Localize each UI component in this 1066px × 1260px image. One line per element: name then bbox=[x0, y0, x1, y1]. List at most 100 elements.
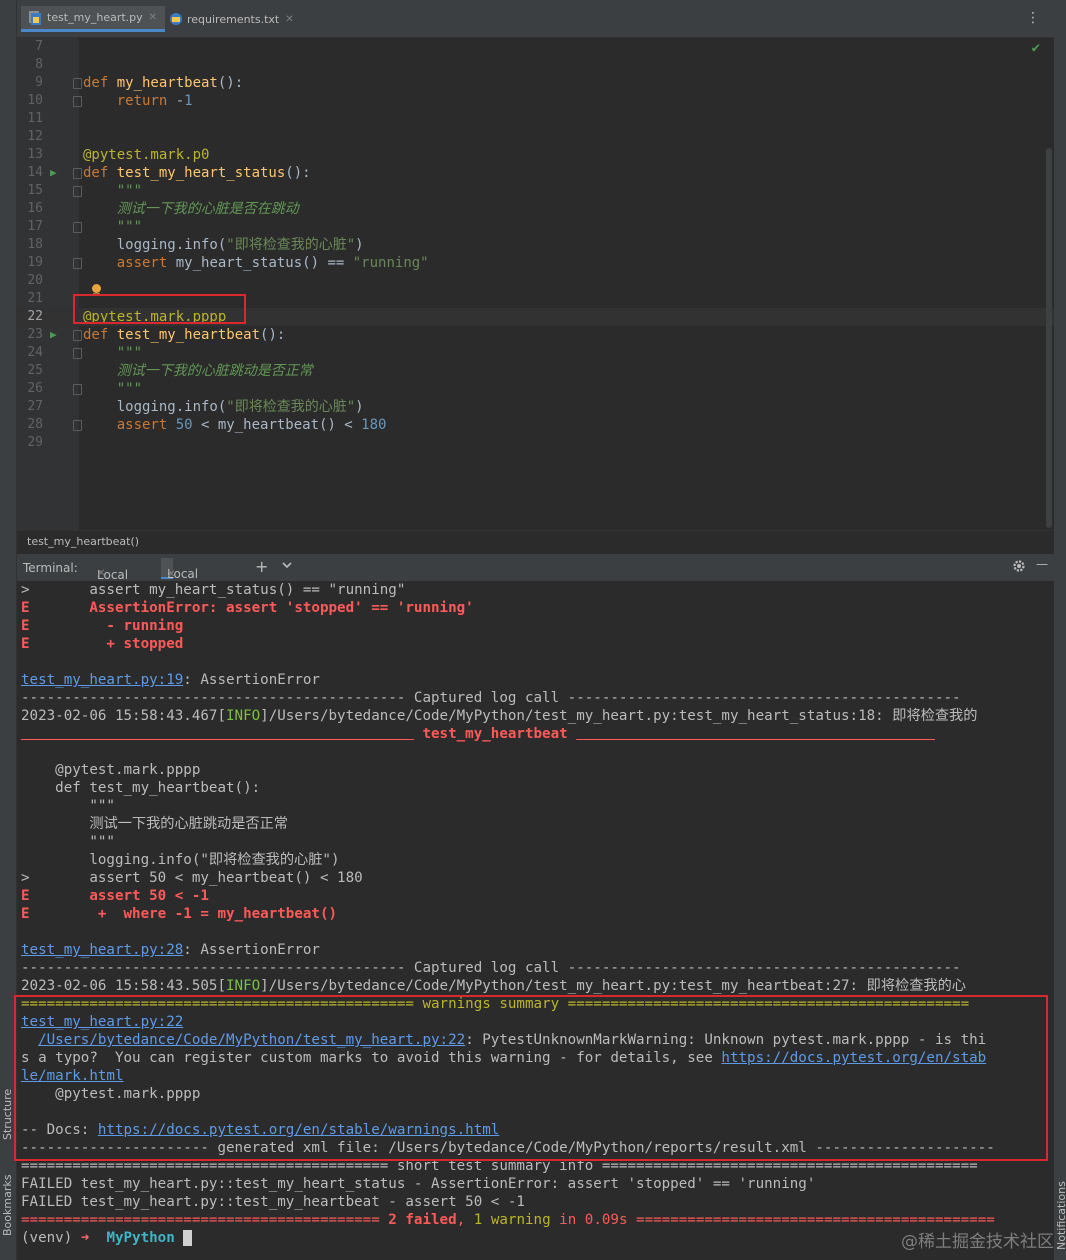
tab-test-my-heart-py[interactable]: test_my_heart.py ✕ bbox=[21, 6, 166, 32]
line-number: 22 bbox=[27, 309, 43, 324]
terminal-output[interactable]: > assert my_heart_status() == "running" E… bbox=[14, 581, 1054, 1260]
inspection-ok-icon[interactable]: ✔ bbox=[1032, 40, 1040, 56]
terminal-line: E - running bbox=[21, 618, 184, 634]
code-text: assert 50 < my_heartbeat() < 180 bbox=[116, 417, 387, 433]
code-line[interactable]: 10 return -1 bbox=[17, 92, 1054, 110]
code-line[interactable]: 9 def my_heartbeat(): bbox=[17, 74, 1054, 92]
fold-icon[interactable] bbox=[73, 168, 82, 179]
fold-icon[interactable] bbox=[73, 96, 82, 107]
terminal-line: @pytest.mark.pppp bbox=[21, 762, 201, 778]
bookmarks-tool-button[interactable]: Bookmarks bbox=[1, 1175, 14, 1236]
close-icon[interactable]: ✕ bbox=[97, 568, 105, 579]
line-number: 29 bbox=[27, 435, 43, 450]
fold-icon[interactable] bbox=[73, 420, 82, 431]
fold-icon[interactable] bbox=[73, 78, 82, 89]
lightbulb-icon[interactable] bbox=[92, 284, 101, 293]
code-line[interactable]: 26 """ bbox=[17, 380, 1054, 398]
code-line[interactable]: 27 logging.info("即将检查我的心脏") bbox=[17, 398, 1054, 416]
terminal-line: test_my_heartbeat bbox=[422, 726, 568, 742]
close-icon[interactable]: ✕ bbox=[285, 14, 293, 25]
highlight-box-warnings bbox=[14, 995, 1048, 1161]
tab-label: requirements.txt bbox=[187, 12, 280, 26]
terminal-line: > assert my_heart_status() == "running" bbox=[21, 582, 406, 598]
gear-icon[interactable] bbox=[1012, 559, 1026, 576]
run-test-icon[interactable]: ▶ bbox=[50, 164, 57, 182]
terminal-line: test_my_heart.py:28: AssertionError bbox=[21, 942, 320, 958]
terminal-line: """ bbox=[21, 834, 115, 850]
editor-tab-bar: test_my_heart.py ✕ requirements.txt ✕ ⋮ bbox=[17, 0, 1054, 38]
terminal-line: > assert 50 < my_heartbeat() < 180 bbox=[21, 870, 363, 886]
terminal-line: logging.info("即将检查我的心脏") bbox=[21, 852, 340, 868]
code-line[interactable]: 29 bbox=[17, 434, 1054, 452]
notifications-tool-button[interactable]: Notifications bbox=[1055, 1181, 1066, 1250]
code-line[interactable]: 8 bbox=[17, 56, 1054, 74]
watermark: @稀土掘金技术社区 bbox=[901, 1232, 1054, 1252]
code-line[interactable]: 16 测试一下我的心脏是否在跳动 bbox=[17, 200, 1054, 218]
terminal-line: 2023-02-06 15:58:43.505[INFO]/Users/byte… bbox=[21, 978, 966, 994]
line-number: 14 bbox=[27, 165, 43, 180]
line-number: 15 bbox=[27, 183, 43, 198]
fold-icon[interactable] bbox=[73, 330, 82, 341]
right-tool-strip: Notifications bbox=[1054, 0, 1066, 1260]
code-text: logging.info("即将检查我的心脏") bbox=[83, 399, 364, 415]
code-line[interactable]: 14 ▶ def test_my_heart_status(): bbox=[17, 164, 1054, 182]
editor-scrollbar[interactable] bbox=[1046, 148, 1052, 528]
tab-terminal-local-3[interactable]: Local (3) ✕ bbox=[161, 558, 198, 600]
line-number: 16 bbox=[27, 201, 43, 216]
minimize-icon[interactable]: — bbox=[1036, 557, 1048, 571]
fold-icon[interactable] bbox=[73, 186, 82, 197]
line-number: 8 bbox=[35, 57, 43, 72]
line-number: 9 bbox=[35, 75, 43, 90]
terminal-line: ----------------------------------------… bbox=[21, 690, 961, 706]
code-line[interactable]: 15 """ bbox=[17, 182, 1054, 200]
code-text: def test_my_heartbeat(): bbox=[83, 327, 286, 343]
line-number: 10 bbox=[27, 93, 43, 108]
highlight-box-decorator bbox=[73, 294, 246, 324]
terminal-line: E AssertionError: assert 'stopped' == 'r… bbox=[21, 600, 474, 616]
run-test-icon[interactable]: ▶ bbox=[50, 326, 57, 344]
code-line[interactable]: 18 logging.info("即将检查我的心脏") bbox=[17, 236, 1054, 254]
tab-requirements-txt[interactable]: requirements.txt ✕ bbox=[161, 6, 302, 32]
terminal-line: 测试一下我的心脏跳动是否正常 bbox=[21, 816, 288, 832]
code-line[interactable]: 23 ▶ def test_my_heartbeat(): bbox=[17, 326, 1054, 344]
code-text: """ bbox=[116, 381, 143, 397]
code-line[interactable]: 19 assert my_heart_status() == "running" bbox=[17, 254, 1054, 272]
code-line[interactable]: 11 bbox=[17, 110, 1054, 128]
fold-icon[interactable] bbox=[73, 384, 82, 395]
code-text: return -1 bbox=[116, 93, 193, 109]
code-line[interactable]: 7 bbox=[17, 38, 1054, 56]
code-line[interactable]: 24 """ bbox=[17, 344, 1054, 362]
code-line[interactable]: 13 @pytest.mark.p0 bbox=[17, 146, 1054, 164]
fold-icon[interactable] bbox=[73, 348, 82, 359]
code-line[interactable]: 25 测试一下我的心脏跳动是否正常 bbox=[17, 362, 1054, 380]
line-number: 20 bbox=[27, 273, 43, 288]
terminal-title: Terminal: bbox=[23, 561, 78, 575]
code-text: 测试一下我的心脏跳动是否正常 bbox=[116, 363, 313, 379]
code-text: """ bbox=[116, 219, 143, 235]
python-file-icon bbox=[29, 10, 41, 25]
structure-tool-button[interactable]: Structure bbox=[1, 1089, 14, 1140]
code-line[interactable]: 20 bbox=[17, 272, 1054, 290]
code-text: """ bbox=[116, 183, 143, 199]
fold-icon[interactable] bbox=[73, 258, 82, 269]
terminal-line: """ bbox=[21, 798, 115, 814]
terminal-line: FAILED test_my_heart.py::test_my_heart_s… bbox=[21, 1176, 816, 1192]
line-number: 24 bbox=[27, 345, 43, 360]
line-number: 27 bbox=[27, 399, 43, 414]
terminal-line: test_my_heart.py:19: AssertionError bbox=[21, 672, 320, 688]
fold-icon[interactable] bbox=[73, 222, 82, 233]
line-number: 18 bbox=[27, 237, 43, 252]
code-text: assert my_heart_status() == "running" bbox=[116, 255, 429, 271]
line-number: 19 bbox=[27, 255, 43, 270]
code-editor[interactable]: 7 8 9 def my_heartbeat(): 10 return -1 11 12 13… bbox=[17, 38, 1054, 530]
add-terminal-icon[interactable]: + bbox=[255, 557, 268, 576]
code-line[interactable]: 12 bbox=[17, 128, 1054, 146]
close-icon[interactable]: ✕ bbox=[149, 12, 157, 23]
more-options-icon[interactable]: ⋮ bbox=[1026, 10, 1040, 26]
code-line[interactable]: 17 """ bbox=[17, 218, 1054, 236]
chevron-down-icon[interactable] bbox=[281, 557, 293, 576]
code-line[interactable]: 28 assert 50 < my_heartbeat() < 180 bbox=[17, 416, 1054, 434]
terminal-line: E + where -1 = my_heartbeat() bbox=[21, 906, 338, 922]
breadcrumb[interactable]: test_my_heartbeat() bbox=[17, 530, 1054, 553]
code-text: """ bbox=[116, 345, 143, 361]
